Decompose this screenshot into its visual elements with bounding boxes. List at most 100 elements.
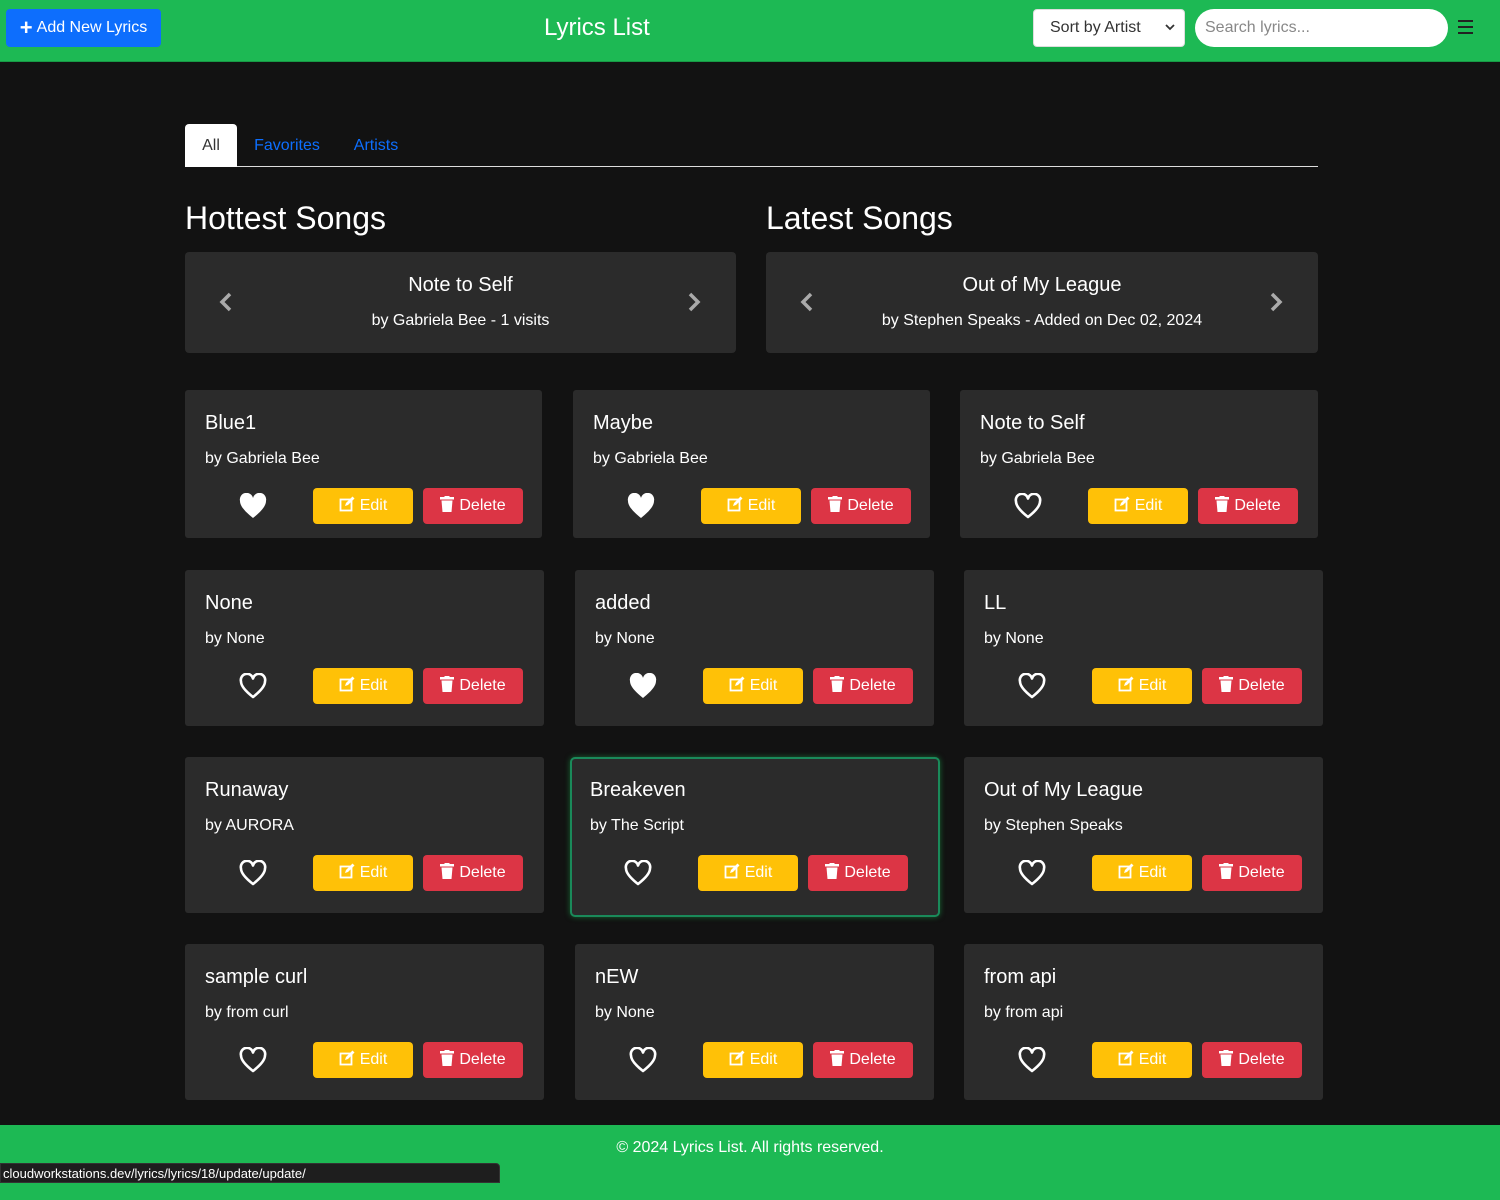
hottest-carousel: Note to Self by Gabriela Bee - 1 visits (185, 252, 736, 353)
heart-outline-icon[interactable] (1018, 1047, 1046, 1073)
lyrics-card[interactable]: Out of My League by Stephen Speaks Edit Del… (964, 757, 1323, 913)
edit-label: Edit (359, 1051, 388, 1068)
tab-favorites[interactable]: Favorites (247, 124, 327, 167)
sort-select[interactable]: Sort by Artist (1033, 9, 1185, 47)
card-title[interactable]: Breakeven (590, 779, 686, 802)
edit-button[interactable]: Edit (703, 668, 803, 704)
lyrics-card[interactable]: sample curl by from curl Edit Delete (185, 944, 544, 1100)
tab-artists[interactable]: Artists (345, 124, 407, 167)
heart-filled-icon[interactable] (629, 673, 657, 699)
card-title[interactable]: Blue1 (205, 412, 256, 435)
lyrics-card[interactable]: Runaway by AURORA Edit Delete (185, 757, 544, 913)
edit-icon (1118, 676, 1134, 697)
edit-icon (729, 1050, 745, 1071)
edit-label: Edit (1138, 677, 1167, 694)
edit-button[interactable]: Edit (1092, 668, 1192, 704)
heart-outline-icon[interactable] (1014, 493, 1042, 519)
heart-outline-icon[interactable] (1018, 673, 1046, 699)
edit-icon (339, 863, 355, 884)
edit-button[interactable]: Edit (1088, 488, 1188, 524)
delete-button[interactable]: Delete (1202, 855, 1302, 891)
plus-icon: + (19, 15, 33, 40)
edit-icon (724, 863, 740, 884)
heart-outline-icon[interactable] (629, 1047, 657, 1073)
trash-icon (440, 675, 455, 697)
hottest-song-subtitle: by Gabriela Bee - 1 visits (371, 312, 550, 329)
edit-icon (727, 496, 743, 517)
heart-filled-icon[interactable] (627, 493, 655, 519)
latest-songs-heading: Latest Songs (766, 200, 953, 236)
lyrics-card[interactable]: None by None Edit Delete (185, 570, 544, 726)
heart-outline-icon[interactable] (624, 860, 652, 886)
delete-label: Delete (844, 864, 891, 881)
delete-label: Delete (1238, 1051, 1285, 1068)
delete-button[interactable]: Delete (423, 668, 523, 704)
edit-icon (1118, 863, 1134, 884)
edit-label: Edit (1138, 1051, 1167, 1068)
lyrics-card[interactable]: LL by None Edit Delete (964, 570, 1323, 726)
add-new-lyrics-button[interactable]: + Add New Lyrics (6, 9, 161, 47)
edit-label: Edit (359, 497, 388, 514)
card-title[interactable]: Out of My League (984, 779, 1143, 802)
heart-outline-icon[interactable] (239, 673, 267, 699)
delete-button[interactable]: Delete (813, 668, 913, 704)
edit-button[interactable]: Edit (313, 488, 413, 524)
heart-outline-icon[interactable] (239, 1047, 267, 1073)
card-title[interactable]: added (595, 592, 651, 615)
card-title[interactable]: Runaway (205, 779, 288, 802)
delete-label: Delete (1234, 497, 1281, 514)
delete-label: Delete (849, 677, 896, 694)
navbar: + Add New Lyrics Lyrics List Sort by Art… (0, 0, 1500, 62)
delete-button[interactable]: Delete (423, 488, 523, 524)
card-title[interactable]: sample curl (205, 966, 307, 989)
search-input[interactable] (1195, 9, 1448, 47)
card-artist: by from curl (205, 1004, 289, 1021)
heart-outline-icon[interactable] (239, 860, 267, 886)
edit-button[interactable]: Edit (698, 855, 798, 891)
trash-icon (830, 675, 845, 697)
sort-select-value: Sort by Artist (1050, 19, 1141, 36)
delete-button[interactable]: Delete (808, 855, 908, 891)
chevron-right-icon[interactable] (685, 290, 703, 314)
delete-button[interactable]: Delete (1202, 1042, 1302, 1078)
lyrics-card[interactable]: Note to Self by Gabriela Bee Edit Delete (960, 390, 1318, 538)
delete-button[interactable]: Delete (1198, 488, 1298, 524)
edit-button[interactable]: Edit (703, 1042, 803, 1078)
tab-all[interactable]: All (185, 124, 237, 167)
edit-label: Edit (744, 864, 773, 881)
card-title[interactable]: Note to Self (980, 412, 1085, 435)
card-artist: by Stephen Speaks (984, 817, 1123, 834)
lyrics-card[interactable]: from api by from api Edit Delete (964, 944, 1323, 1100)
hottest-song-title[interactable]: Note to Self (185, 274, 736, 297)
trash-icon (440, 862, 455, 884)
card-title[interactable]: nEW (595, 966, 638, 989)
edit-button[interactable]: Edit (313, 855, 413, 891)
delete-label: Delete (849, 1051, 896, 1068)
delete-button[interactable]: Delete (813, 1042, 913, 1078)
lyrics-card[interactable]: added by None Edit Delete (575, 570, 934, 726)
lyrics-card[interactable]: Breakeven by The Script Edit Delete (570, 757, 940, 917)
chevron-right-icon[interactable] (1267, 290, 1285, 314)
edit-button[interactable]: Edit (313, 668, 413, 704)
heart-filled-icon[interactable] (239, 493, 267, 519)
delete-button[interactable]: Delete (811, 488, 911, 524)
card-title[interactable]: Maybe (593, 412, 653, 435)
card-title[interactable]: None (205, 592, 253, 615)
delete-button[interactable]: Delete (423, 855, 523, 891)
lyrics-card[interactable]: Blue1 by Gabriela Bee Edit Delete (185, 390, 542, 538)
lyrics-card[interactable]: nEW by None Edit Delete (575, 944, 934, 1100)
brand-title[interactable]: Lyrics List (544, 14, 650, 42)
card-title[interactable]: from api (984, 966, 1056, 989)
hamburger-menu-icon[interactable] (1458, 20, 1473, 36)
delete-button[interactable]: Delete (1202, 668, 1302, 704)
card-title[interactable]: LL (984, 592, 1006, 615)
latest-song-title[interactable]: Out of My League (766, 274, 1318, 297)
edit-label: Edit (747, 497, 776, 514)
edit-button[interactable]: Edit (313, 1042, 413, 1078)
heart-outline-icon[interactable] (1018, 860, 1046, 886)
lyrics-card[interactable]: Maybe by Gabriela Bee Edit Delete (573, 390, 930, 538)
edit-button[interactable]: Edit (701, 488, 801, 524)
delete-button[interactable]: Delete (423, 1042, 523, 1078)
edit-button[interactable]: Edit (1092, 855, 1192, 891)
edit-button[interactable]: Edit (1092, 1042, 1192, 1078)
